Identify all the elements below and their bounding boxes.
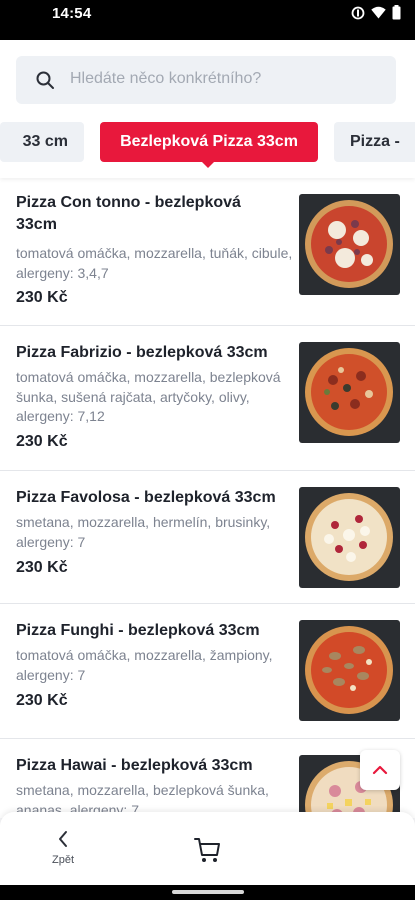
tab-category-previous[interactable]: 33 cm — [0, 122, 84, 162]
tab-category-active[interactable]: Bezlepková Pizza 33cm — [100, 122, 318, 162]
battery-icon — [392, 5, 401, 20]
active-tab-indicator — [202, 162, 214, 168]
product-list: Pizza Con tonno - bezlepková 33cm tomato… — [0, 178, 415, 818]
back-button[interactable]: Zpět — [40, 828, 86, 868]
app-screen: Hledáte něco konkrétního? 33 cm Bezlepko… — [0, 40, 415, 885]
product-description: tomatová omáčka, mozzarella, žampiony, a… — [16, 647, 273, 683]
cart-button[interactable] — [192, 834, 224, 866]
tab-category-next[interactable]: Pizza - — [334, 122, 415, 162]
scroll-to-top-button[interactable] — [360, 750, 400, 790]
product-image[interactable] — [299, 342, 400, 443]
product-title: Pizza Favolosa - bezlepková 33cm — [16, 489, 276, 506]
cart-icon — [194, 838, 220, 862]
chevron-up-icon — [372, 765, 388, 775]
status-icons — [351, 5, 401, 20]
search-input[interactable]: Hledáte něco konkrétního? — [16, 56, 396, 104]
product-price: 230 Kč — [16, 559, 68, 576]
data-saver-icon — [351, 6, 365, 19]
product-image[interactable] — [299, 487, 400, 588]
system-navigation-bar — [0, 885, 415, 900]
category-tabs: 33 cm Bezlepková Pizza 33cm Pizza - — [0, 120, 415, 168]
product-price: 230 Kč — [16, 692, 68, 709]
product-title: Pizza Funghi - bezlepková 33cm — [16, 622, 260, 639]
list-item[interactable]: Pizza Favolosa - bezlepková 33cm smetana… — [0, 471, 415, 604]
chevron-left-icon — [59, 831, 67, 847]
list-item[interactable]: Pizza Con tonno - bezlepková 33cm tomato… — [0, 178, 415, 326]
product-title: Pizza Hawai - bezlepková 33cm — [16, 757, 253, 774]
back-label: Zpět — [51, 854, 74, 866]
home-indicator[interactable] — [172, 890, 244, 894]
product-description: smetana, mozzarella, hermelín, brusinky,… — [16, 514, 271, 550]
product-title: Pizza Fabrizio - bezlepková 33cm — [16, 344, 268, 361]
list-item[interactable]: Pizza Fabrizio - bezlepková 33cm tomatov… — [0, 326, 415, 471]
product-title: Pizza Con tonno - bezlepková 33cm — [16, 194, 241, 233]
search-icon — [36, 71, 54, 89]
product-image[interactable] — [299, 194, 400, 295]
status-bar: 14:54 — [0, 0, 415, 40]
status-time: 14:54 — [52, 5, 92, 22]
wifi-icon — [371, 6, 386, 19]
list-item[interactable]: Pizza Hawai - bezlepková 33cm smetana, m… — [0, 739, 415, 818]
product-description: tomatová omáčka, mozzarella, tuňák, cibu… — [16, 245, 293, 281]
header: Hledáte něco konkrétního? 33 cm Bezlepko… — [0, 40, 415, 178]
list-item[interactable]: Pizza Funghi - bezlepková 33cm tomatová … — [0, 604, 415, 739]
bottom-navigation: Zpět — [0, 812, 415, 885]
product-description: tomatová omáčka, mozzarella, bezlepková … — [16, 369, 281, 424]
product-price: 230 Kč — [16, 289, 68, 306]
search-placeholder: Hledáte něco konkrétního? — [70, 70, 262, 87]
product-image[interactable] — [299, 620, 400, 721]
product-price: 230 Kč — [16, 433, 68, 450]
